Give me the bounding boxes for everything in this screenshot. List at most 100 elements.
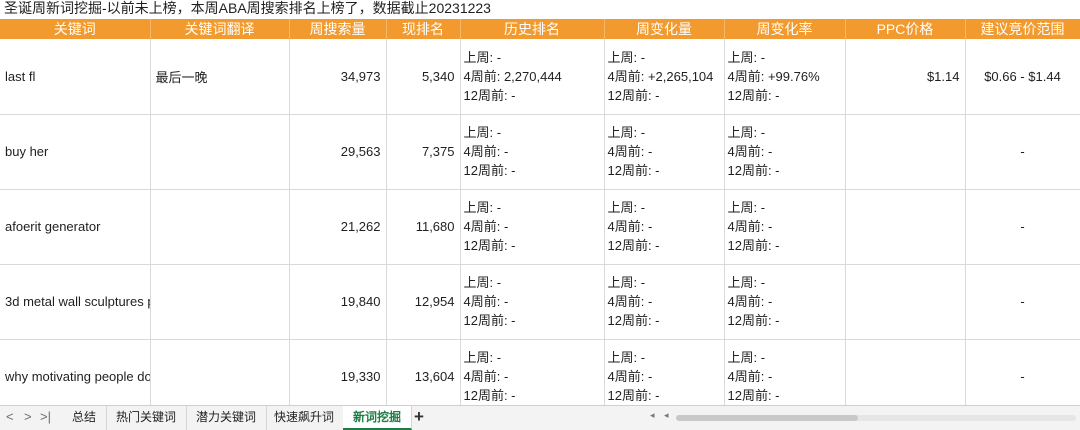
rank-cell[interactable]: 11,680 [386, 189, 461, 265]
translation-cell[interactable]: 最后一晚 [150, 39, 290, 115]
scroll-thumb[interactable] [676, 415, 858, 421]
history-cell-line: 4周前: 2,270,444 [463, 68, 562, 84]
rate-cell-line: 4周前: - [727, 144, 773, 159]
keyword-cell[interactable]: afoerit generator [0, 189, 151, 265]
change-cell-line: 12周前: - [607, 87, 660, 103]
change-cell[interactable]: 上周: - 4周前: - 12周前: - [604, 114, 725, 190]
tab-new-keywords[interactable]: 新词挖掘 [343, 406, 413, 430]
history-cell-line: 上周: - [463, 350, 502, 365]
rate-cell[interactable]: 上周: - 4周前: - 12周前: - [724, 189, 846, 265]
history-cell[interactable]: 上周: - 4周前: - 12周前: - [460, 114, 605, 190]
col-header-bid[interactable]: 建议竞价范围 [965, 19, 1080, 39]
rate-cell[interactable]: 上周: - 4周前: - 12周前: - [724, 339, 846, 415]
keyword-cell[interactable]: 3d metal wall sculptures painting hangin… [0, 264, 151, 340]
prev-sheet-icon[interactable]: < [6, 409, 14, 424]
history-cell-line: 12周前: - [463, 313, 516, 328]
rate-cell-line: 4周前: - [727, 294, 773, 309]
change-cell-line: 上周: - [607, 125, 646, 140]
col-header-ppc[interactable]: PPC价格 [845, 19, 966, 39]
volume-cell[interactable]: 34,973 [289, 39, 387, 115]
next-sheet-icon[interactable]: > [24, 409, 32, 424]
ppc-cell[interactable] [845, 114, 966, 190]
col-header-rank[interactable]: 现排名 [386, 19, 461, 39]
translation-cell[interactable] [150, 264, 290, 340]
change-cell-line: 上周: - [607, 49, 646, 65]
change-cell[interactable]: 上周: - 4周前: - 12周前: - [604, 339, 725, 415]
last-sheet-icon[interactable]: >| [40, 409, 51, 424]
bid-cell[interactable]: - [965, 114, 1080, 190]
rate-cell-line: 4周前: - [727, 369, 773, 384]
col-header-keyword[interactable]: 关键词 [0, 19, 151, 39]
change-cell-line: 4周前: - [607, 219, 653, 234]
ppc-cell[interactable] [845, 339, 966, 415]
volume-cell[interactable]: 21,262 [289, 189, 387, 265]
translation-cell[interactable] [150, 339, 290, 415]
change-cell-line: 4周前: - [607, 294, 653, 309]
sheet-title: 圣诞周新词挖掘-以前未上榜，本周ABA周搜索排名上榜了，数据截止20231223 [4, 0, 491, 16]
rank-cell[interactable]: 7,375 [386, 114, 461, 190]
ppc-cell[interactable]: $1.14 [845, 39, 966, 115]
change-cell[interactable]: 上周: - 4周前: - 12周前: - [604, 189, 725, 265]
table-row: 3d metal wall sculptures painting hangin… [0, 264, 1080, 340]
bid-cell[interactable]: - [965, 339, 1080, 415]
tab-hot-keywords[interactable]: 热门关键词 [106, 406, 188, 430]
history-cell[interactable]: 上周: - 4周前: 2,270,444 12周前: - [460, 39, 605, 115]
keyword-cell[interactable]: last fl [0, 39, 151, 115]
col-header-history[interactable]: 历史排名 [460, 19, 605, 39]
rate-cell-line: 12周前: - [727, 163, 780, 178]
change-cell[interactable]: 上周: - 4周前: +2,265,104 12周前: - [604, 39, 725, 115]
history-cell-line: 上周: - [463, 49, 502, 65]
history-cell-line: 12周前: - [463, 87, 516, 103]
rate-cell-line: 12周前: - [727, 388, 780, 403]
col-header-translation[interactable]: 关键词翻译 [150, 19, 290, 39]
tab-summary[interactable]: 总结 [62, 406, 108, 430]
tab-potential-keywords[interactable]: 潜力关键词 [186, 406, 268, 430]
rate-cell-line: 4周前: +99.76% [727, 68, 820, 84]
scroll-left-icon[interactable]: ◂ [650, 410, 655, 421]
col-header-change[interactable]: 周变化量 [604, 19, 725, 39]
col-header-rate[interactable]: 周变化率 [724, 19, 846, 39]
table-row: last fl 最后一晚 34,973 5,340 上周: -4周前: 2,270,44… [0, 39, 1080, 115]
history-cell-line: 4周前: - [463, 144, 509, 159]
change-cell-line: 上周: - [607, 200, 646, 215]
history-cell-line: 上周: - [463, 200, 502, 215]
bid-cell[interactable]: - [965, 189, 1080, 265]
table-row: why motivating people doesn't work...and… [0, 339, 1080, 415]
translation-cell[interactable] [150, 114, 290, 190]
bid-cell[interactable]: - [965, 264, 1080, 340]
col-header-volume[interactable]: 周搜索量 [289, 19, 387, 39]
translation-cell[interactable] [150, 189, 290, 265]
history-cell[interactable]: 上周: - 4周前: - 12周前: - [460, 339, 605, 415]
history-cell-line: 12周前: - [463, 388, 516, 403]
bid-cell[interactable]: $0.66 - $1.44 [965, 39, 1080, 115]
volume-cell[interactable]: 29,563 [289, 114, 387, 190]
keyword-cell[interactable]: why motivating people doesn't work...and… [0, 339, 151, 415]
table-row: afoerit generator 21,262 11,680 上周: -4周前: -… [0, 189, 1080, 265]
volume-cell[interactable]: 19,330 [289, 339, 387, 415]
horizontal-scrollbar[interactable]: ◂ ◂ [650, 410, 1080, 425]
keyword-cell[interactable]: buy her [0, 114, 151, 190]
add-sheet-icon[interactable]: + [414, 407, 424, 427]
history-cell[interactable]: 上周: - 4周前: - 12周前: - [460, 189, 605, 265]
rank-cell[interactable]: 12,954 [386, 264, 461, 340]
ppc-cell[interactable] [845, 264, 966, 340]
rank-cell[interactable]: 13,604 [386, 339, 461, 415]
ppc-cell[interactable] [845, 189, 966, 265]
change-cell[interactable]: 上周: - 4周前: - 12周前: - [604, 264, 725, 340]
rate-cell-line: 12周前: - [727, 313, 780, 328]
history-cell-line: 12周前: - [463, 163, 516, 178]
rate-cell[interactable]: 上周: - 4周前: - 12周前: - [724, 114, 846, 190]
change-cell-line: 12周前: - [607, 313, 660, 328]
rank-cell[interactable]: 5,340 [386, 39, 461, 115]
change-cell-line: 12周前: - [607, 388, 660, 403]
rate-cell-line: 上周: - [727, 350, 766, 365]
rate-cell[interactable]: 上周: - 4周前: +99.76% 12周前: - [724, 39, 846, 115]
change-cell-line: 上周: - [607, 275, 646, 290]
history-cell[interactable]: 上周: - 4周前: - 12周前: - [460, 264, 605, 340]
header-row: 关键词 关键词翻译 周搜索量 现排名 历史排名 周变化量 周变化率 PPC价格 … [0, 19, 1080, 39]
volume-cell[interactable]: 19,840 [289, 264, 387, 340]
scroll-left-arrow-icon[interactable]: ◂ [664, 410, 669, 421]
tab-rising-keywords[interactable]: 快速飙升词 [264, 406, 346, 430]
change-cell-line: 4周前: - [607, 144, 653, 159]
rate-cell[interactable]: 上周: - 4周前: - 12周前: - [724, 264, 846, 340]
